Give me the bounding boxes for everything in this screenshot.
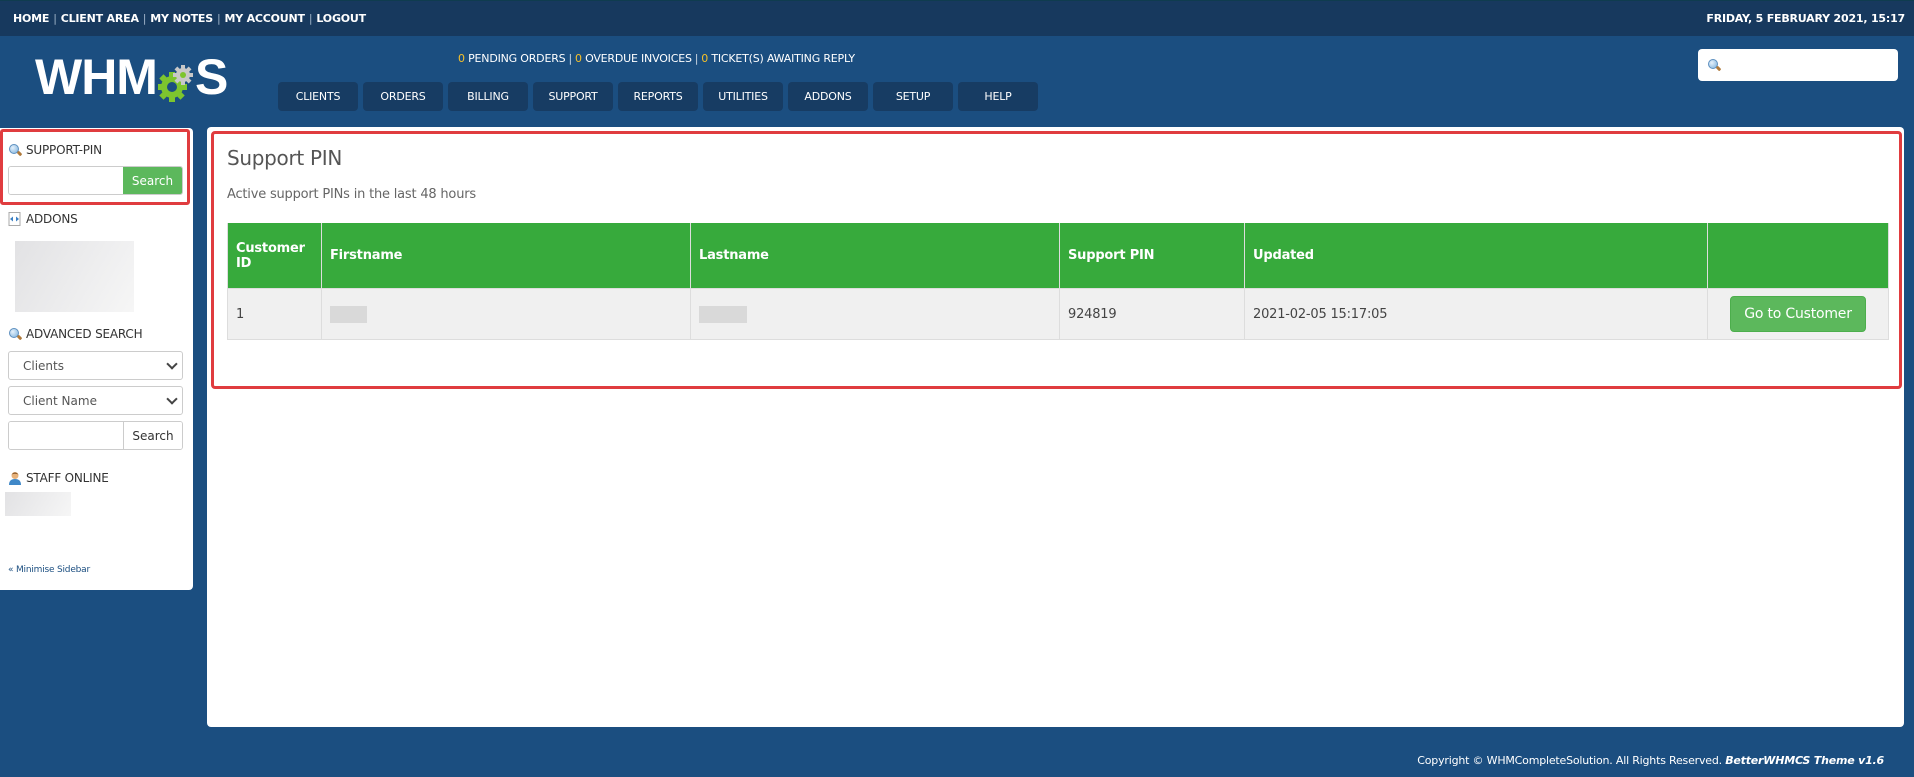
cell-actions: Go to Customer [1707, 288, 1889, 340]
select-value: Client Name [23, 393, 97, 408]
minimise-sidebar-link[interactable]: « Minimise Sidebar [8, 565, 90, 575]
staff-online-heading: STAFF ONLINE [8, 471, 109, 485]
logo-text-suffix: S [194, 49, 228, 105]
table-header-row: Customer ID Firstname Lastname Support P… [227, 223, 1889, 289]
separator: | [216, 12, 221, 25]
gear-icon [156, 57, 194, 102]
main-content [207, 127, 1904, 727]
footer-copyright: Copyright © WHMCompleteSolution. All Rig… [1417, 754, 1722, 767]
top-links: HOME | CLIENT AREA | MY NOTES | MY ACCOUNT | LOG… [13, 12, 366, 25]
column-customer-id[interactable]: Customer ID [227, 223, 322, 289]
addons-icon [8, 212, 22, 226]
separator: | [142, 12, 147, 25]
separator: | [694, 52, 699, 65]
advanced-search-group: Search [8, 421, 183, 450]
support-pin-input[interactable] [9, 167, 123, 194]
support-pin-title: SUPPORT-PIN [26, 143, 102, 157]
support-pin-heading: SUPPORT-PIN [8, 143, 102, 157]
nav-utilities[interactable]: UTILITIES [703, 82, 783, 111]
nav-clients[interactable]: CLIENTS [278, 82, 358, 111]
advanced-search-button[interactable]: Search [123, 422, 182, 449]
search-icon [1707, 58, 1725, 72]
staff-online-redacted [5, 492, 71, 516]
main-nav: CLIENTS ORDERS BILLING SUPPORT REPORTS U… [278, 82, 1038, 111]
footer: Copyright © WHMCompleteSolution. All Rig… [1417, 754, 1884, 767]
global-search [1698, 49, 1898, 81]
nav-billing[interactable]: BILLING [448, 82, 528, 111]
search-icon [8, 327, 23, 341]
column-firstname[interactable]: Firstname [321, 223, 691, 289]
nav-support[interactable]: SUPPORT [533, 82, 613, 111]
stat-tickets-awaiting[interactable]: 0 TICKET(S) AWAITING REPLY [701, 52, 855, 65]
separator: | [568, 52, 572, 65]
whmcs-logo[interactable]: WHM S [35, 49, 228, 105]
nav-help[interactable]: HELP [958, 82, 1038, 111]
advanced-search-heading: ADVANCED SEARCH [8, 327, 143, 341]
user-icon [8, 471, 22, 485]
support-pin-search-group: Search [8, 166, 183, 195]
column-lastname[interactable]: Lastname [690, 223, 1060, 289]
stat-overdue-invoices[interactable]: 0 OVERDUE INVOICES [575, 52, 692, 65]
separator: | [53, 12, 57, 25]
advanced-search-type-select[interactable]: Clients [8, 351, 183, 380]
header-stats: 0 PENDING ORDERS | 0 OVERDUE INVOICES | 0 TI… [458, 52, 855, 65]
global-search-input[interactable] [1725, 51, 1898, 79]
stat-label: PENDING ORDERS [468, 52, 566, 65]
top-link-logout[interactable]: LOGOUT [316, 12, 366, 25]
stat-count: 0 [574, 52, 582, 65]
top-link-my-account[interactable]: MY ACCOUNT [224, 12, 305, 25]
go-to-customer-button[interactable]: Go to Customer [1730, 296, 1866, 332]
cell-lastname [690, 288, 1060, 340]
top-link-home[interactable]: HOME [13, 12, 49, 25]
table-row: 1 924819 2021-02-05 15:17:05 Go to Custo… [227, 288, 1889, 340]
column-support-pin[interactable]: Support PIN [1059, 223, 1245, 289]
addons-content-redacted [15, 241, 134, 312]
page-description: Active support PINs in the last 48 hours [227, 187, 476, 202]
search-icon [8, 143, 23, 157]
nav-setup[interactable]: SETUP [873, 82, 953, 111]
support-pins-table: Customer ID Firstname Lastname Support P… [227, 223, 1889, 340]
chevron-down-icon [166, 357, 178, 370]
nav-addons[interactable]: ADDONS [788, 82, 868, 111]
logo-text-prefix: WHM [35, 49, 158, 105]
addons-title: ADDONS [26, 212, 78, 226]
top-link-my-notes[interactable]: MY NOTES [150, 12, 213, 25]
top-bar: HOME | CLIENT AREA | MY NOTES | MY ACCOUNT | LOG… [0, 0, 1914, 36]
top-link-client-area[interactable]: CLIENT AREA [61, 12, 139, 25]
footer-theme: BetterWHMCS Theme v1.6 [1725, 754, 1884, 767]
stat-pending-orders[interactable]: 0 PENDING ORDERS [458, 52, 566, 65]
select-value: Clients [23, 358, 64, 373]
current-datetime: FRIDAY, 5 FEBRUARY 2021, 15:17 [1706, 12, 1905, 25]
support-pin-search-button[interactable]: Search [123, 167, 182, 194]
stat-count: 0 [701, 52, 709, 65]
page-title: Support PIN [227, 146, 343, 170]
nav-reports[interactable]: REPORTS [618, 82, 698, 111]
cell-firstname [321, 288, 691, 340]
nav-orders[interactable]: ORDERS [363, 82, 443, 111]
cell-updated: 2021-02-05 15:17:05 [1244, 288, 1708, 340]
cell-support-pin: 924819 [1059, 288, 1245, 340]
stat-label: OVERDUE INVOICES [585, 52, 692, 65]
addons-heading: ADDONS [8, 212, 78, 226]
column-updated[interactable]: Updated [1244, 223, 1708, 289]
stat-count: 0 [458, 52, 465, 65]
staff-online-title: STAFF ONLINE [26, 471, 109, 485]
advanced-search-field-select[interactable]: Client Name [8, 386, 183, 415]
lastname-redacted [699, 305, 747, 323]
firstname-redacted [330, 305, 367, 323]
chevron-down-icon [166, 392, 178, 405]
column-actions [1707, 223, 1889, 289]
advanced-search-input[interactable] [9, 422, 123, 449]
stat-label: TICKET(S) AWAITING REPLY [711, 52, 855, 65]
advanced-search-title: ADVANCED SEARCH [26, 327, 143, 341]
separator: | [308, 12, 313, 25]
cell-customer-id: 1 [227, 288, 322, 340]
